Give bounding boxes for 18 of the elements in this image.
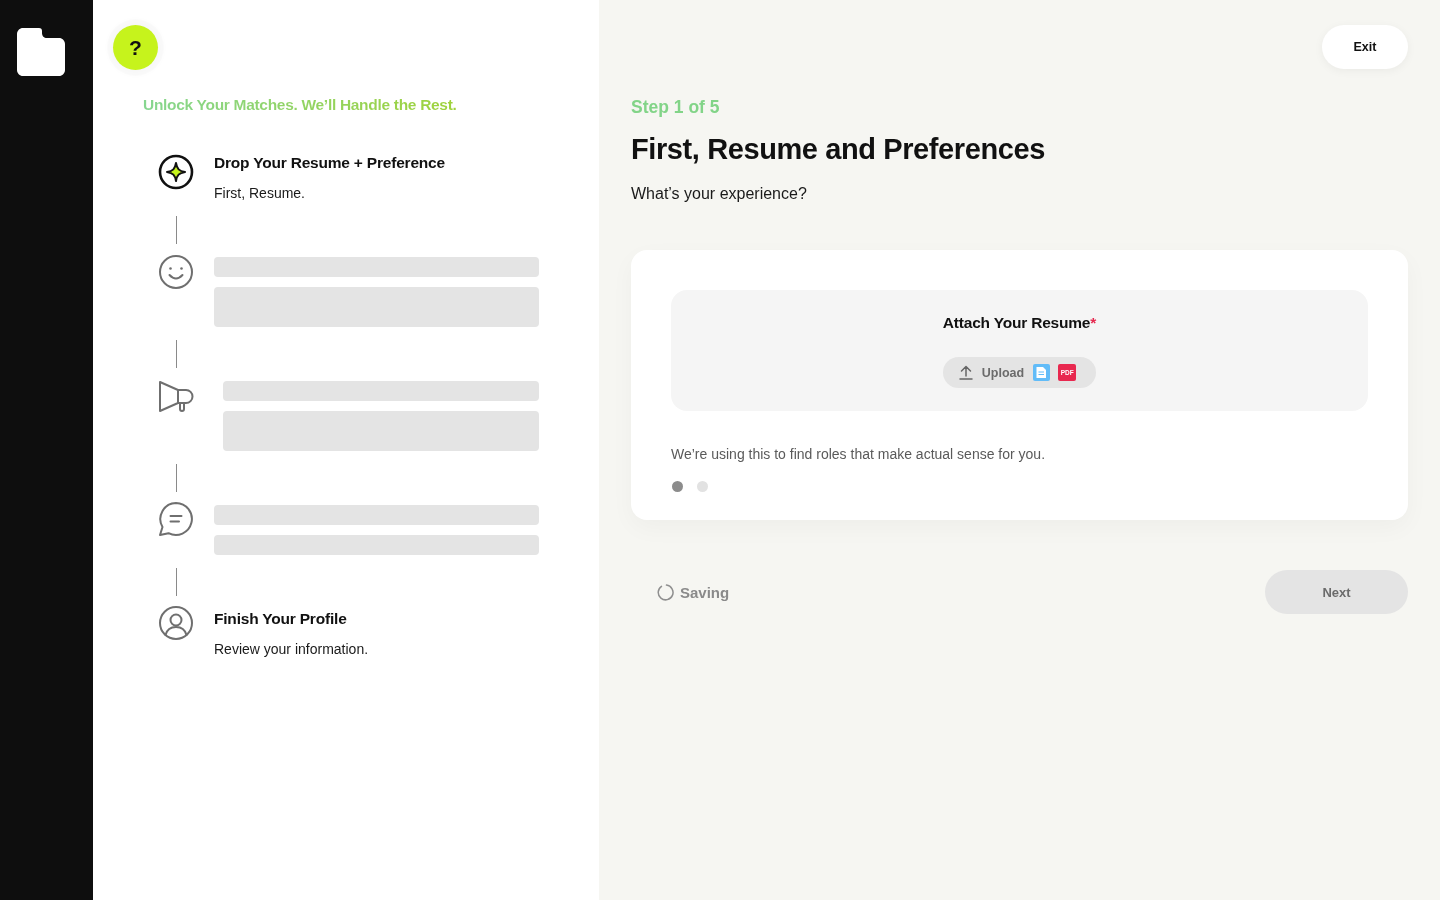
step-subtitle: Review your information. bbox=[214, 640, 370, 659]
step-title: Finish Your Profile bbox=[214, 609, 348, 629]
page-dot[interactable] bbox=[697, 481, 708, 492]
step-title: Drop Your Resume + Preference bbox=[214, 153, 446, 173]
step-counter: Step 1 of 5 bbox=[631, 97, 721, 117]
page-dot[interactable] bbox=[672, 481, 683, 492]
help-button[interactable]: ? bbox=[113, 25, 158, 70]
upload-title: Attach Your Resume* bbox=[942, 313, 1097, 333]
helper-text: We’re using this to find roles that make actual sense for you. bbox=[671, 445, 1047, 463]
step-subtitle: First, Resume. bbox=[214, 184, 306, 203]
app-logo[interactable] bbox=[17, 28, 65, 76]
page-title: First, Resume and Preferences bbox=[631, 132, 1046, 167]
saving-status: Saving bbox=[680, 583, 730, 601]
exit-button[interactable]: Exit bbox=[1322, 25, 1408, 69]
document-icon bbox=[1033, 364, 1051, 381]
spinner-icon bbox=[657, 583, 674, 601]
upload-icon bbox=[958, 365, 973, 380]
question-text: What’s your experience? bbox=[631, 184, 808, 204]
